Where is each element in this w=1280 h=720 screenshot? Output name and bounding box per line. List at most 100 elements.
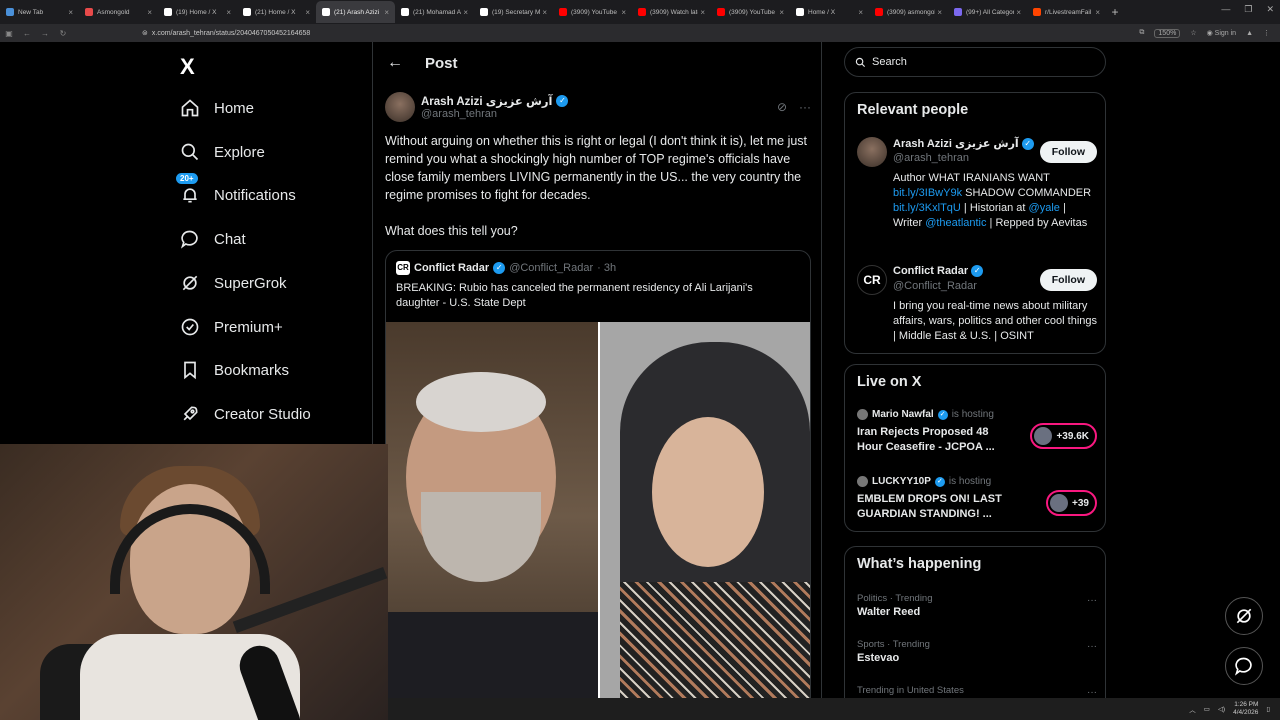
author-name-link[interactable]: Arash Azizi آرش عزیزی ✓ bbox=[421, 94, 569, 108]
taskbar-clock[interactable]: 1:26 PM 4/4/2026 bbox=[1233, 701, 1258, 717]
nav-creator-studio[interactable]: Creator Studio bbox=[180, 404, 311, 424]
tab-close-icon[interactable]: × bbox=[621, 8, 626, 17]
nav-notifications-label: Notifications bbox=[214, 186, 296, 204]
author-handle[interactable]: @arash_tehran bbox=[421, 108, 568, 120]
sign-in-button[interactable]: ◉ Sign in bbox=[1207, 29, 1236, 37]
tab-close-icon[interactable]: × bbox=[147, 8, 152, 17]
trend-title: Walter Reed bbox=[857, 606, 921, 618]
screenshot-icon[interactable]: ⧉ bbox=[1139, 29, 1144, 37]
tab-close-icon[interactable]: × bbox=[305, 8, 310, 17]
bookmark-star-icon[interactable]: ☆ bbox=[1190, 29, 1196, 37]
bio-link[interactable]: bit.ly/3KxlTqU bbox=[893, 202, 961, 214]
url-field[interactable]: ⊜ x.com/arash_tehran/status/204046705045… bbox=[142, 29, 311, 38]
quote-image-left[interactable] bbox=[386, 322, 598, 709]
search-input[interactable]: Search bbox=[844, 47, 1106, 77]
x-logo[interactable]: X bbox=[180, 54, 195, 80]
bio-mention[interactable]: @yale bbox=[1029, 202, 1060, 214]
tab-close-icon[interactable]: × bbox=[1095, 8, 1100, 17]
tab-close-icon[interactable]: × bbox=[226, 8, 231, 17]
browser-tab[interactable]: (21) Home / X × bbox=[237, 1, 316, 23]
bio-text: SHADOW COMMANDER bbox=[962, 187, 1092, 199]
nav-home-label: Home bbox=[214, 99, 255, 117]
more-options-icon[interactable]: ··· bbox=[799, 100, 811, 114]
tab-close-icon[interactable]: × bbox=[463, 8, 468, 17]
nav-premium-label: Premium+ bbox=[214, 318, 283, 336]
browser-tab[interactable]: (99+) All Categori × bbox=[948, 1, 1027, 23]
sign-in-label: Sign in bbox=[1214, 30, 1237, 37]
browser-tab[interactable]: New Tab × bbox=[0, 1, 79, 23]
nav-explore[interactable]: Explore bbox=[180, 142, 265, 162]
browser-tab[interactable]: (19) Home / X × bbox=[158, 1, 237, 23]
menu-icon[interactable]: ⋮ bbox=[1263, 29, 1270, 37]
forward-nav-icon[interactable]: → bbox=[36, 29, 54, 38]
url-text: x.com/arash_tehran/status/20404670504521… bbox=[151, 29, 311, 37]
tab-label: (19) Home / X bbox=[176, 8, 217, 16]
bio-text: Author WHAT IRANIANS WANT bbox=[893, 172, 1050, 184]
tab-close-icon[interactable]: × bbox=[384, 8, 389, 17]
live-item[interactable]: Mario Nawfal ✓ is hosting Iran Rejects Pro… bbox=[857, 409, 1097, 455]
tab-close-icon[interactable]: × bbox=[779, 8, 784, 17]
grok-fab-button[interactable] bbox=[1225, 597, 1263, 635]
maximize-icon[interactable]: ❐ bbox=[1244, 4, 1252, 15]
nav-bookmarks[interactable]: Bookmarks bbox=[180, 360, 289, 380]
bio-mention[interactable]: @theatlantic bbox=[925, 217, 986, 229]
follow-button[interactable]: Follow bbox=[1039, 269, 1097, 291]
browser-tab[interactable]: (19) Secretary Mar× bbox=[474, 1, 553, 23]
tab-favicon-icon bbox=[480, 8, 488, 16]
close-icon[interactable]: ✕ bbox=[1266, 4, 1274, 15]
avatar[interactable]: CR bbox=[857, 265, 887, 295]
trend-item[interactable]: Sports · Trending Estevao ··· bbox=[857, 639, 1097, 664]
quoted-post[interactable]: CR Conflict Radar ✓ @Conflict_Radar · 3h… bbox=[385, 250, 811, 710]
quote-text: BREAKING: Rubio has canceled the permane… bbox=[396, 282, 753, 309]
more-options-icon[interactable]: ··· bbox=[1087, 641, 1097, 652]
browser-tab[interactable]: (21) Arash Azizi × bbox=[316, 1, 395, 23]
tab-close-icon[interactable]: × bbox=[542, 8, 547, 17]
browser-tab[interactable]: (21) Mohamad Ahv× bbox=[395, 1, 474, 23]
tray-chevron-icon[interactable]: ︿ bbox=[1189, 704, 1196, 714]
browser-tab[interactable]: Asmongold × bbox=[79, 1, 158, 23]
browser-tab[interactable]: (3909) asmongold × bbox=[869, 1, 948, 23]
more-options-icon[interactable]: ··· bbox=[1087, 595, 1097, 606]
browser-tab[interactable]: (3909) YouTube × bbox=[711, 1, 790, 23]
nav-notifications[interactable]: 20+ Notifications bbox=[176, 173, 296, 205]
bio-link[interactable]: bit.ly/3IBwY9k bbox=[893, 187, 962, 199]
trend-item[interactable]: Politics · Trending Walter Reed ··· bbox=[857, 593, 1097, 618]
chat-fab-button[interactable] bbox=[1225, 647, 1263, 685]
tab-close-icon[interactable]: × bbox=[68, 8, 73, 17]
quote-image-right[interactable] bbox=[600, 322, 810, 709]
extensions-icon[interactable]: ▲ bbox=[1246, 30, 1253, 37]
tab-favicon-icon bbox=[954, 8, 962, 16]
live-item[interactable]: LUCKYY10P ✓ is hosting EMBLEM DROPS ON! LA… bbox=[857, 476, 1097, 522]
nav-chat[interactable]: Chat bbox=[180, 229, 246, 249]
grok-explain-icon[interactable]: ⊘ bbox=[777, 100, 787, 114]
browser-tab[interactable]: Home / X × bbox=[790, 1, 869, 23]
back-arrow-icon[interactable]: ← bbox=[387, 54, 403, 72]
nav-home[interactable]: Home bbox=[180, 98, 254, 118]
follow-button[interactable]: Follow bbox=[1039, 141, 1097, 163]
notification-center-icon[interactable]: ▯ bbox=[1266, 705, 1270, 713]
avatar[interactable] bbox=[857, 137, 887, 167]
network-icon[interactable]: ▭ bbox=[1204, 705, 1210, 713]
tab-close-icon[interactable]: × bbox=[700, 8, 705, 17]
minimize-icon[interactable]: — bbox=[1221, 4, 1230, 15]
volume-icon[interactable]: ◁) bbox=[1218, 705, 1225, 713]
avatar[interactable] bbox=[385, 92, 415, 122]
sidebar-toggle-icon[interactable]: ▣ bbox=[0, 29, 18, 38]
trend-item[interactable]: Trending in United States ··· bbox=[857, 685, 1097, 698]
nav-premium[interactable]: Premium+ bbox=[180, 317, 283, 337]
home-icon bbox=[181, 99, 199, 117]
reload-icon[interactable]: ↻ bbox=[54, 29, 72, 38]
tab-close-icon[interactable]: × bbox=[937, 8, 942, 17]
back-nav-icon[interactable]: ← bbox=[18, 29, 36, 38]
new-tab-icon[interactable]: + bbox=[1106, 5, 1124, 19]
whats-happening-title: What’s happening bbox=[857, 556, 982, 572]
tab-close-icon[interactable]: × bbox=[858, 8, 863, 17]
browser-tab[interactable]: (3909) Watch later × bbox=[632, 1, 711, 23]
tab-close-icon[interactable]: × bbox=[1016, 8, 1021, 17]
zoom-indicator[interactable]: 150% bbox=[1154, 28, 1181, 38]
more-options-icon[interactable]: ··· bbox=[1087, 687, 1097, 698]
nav-supergrok[interactable]: SuperGrok bbox=[180, 273, 287, 293]
browser-tab[interactable]: (3909) YouTube × bbox=[553, 1, 632, 23]
browser-tab[interactable]: r/LivestreamFail × bbox=[1027, 1, 1106, 23]
site-info-icon[interactable]: ⊜ bbox=[142, 29, 148, 37]
